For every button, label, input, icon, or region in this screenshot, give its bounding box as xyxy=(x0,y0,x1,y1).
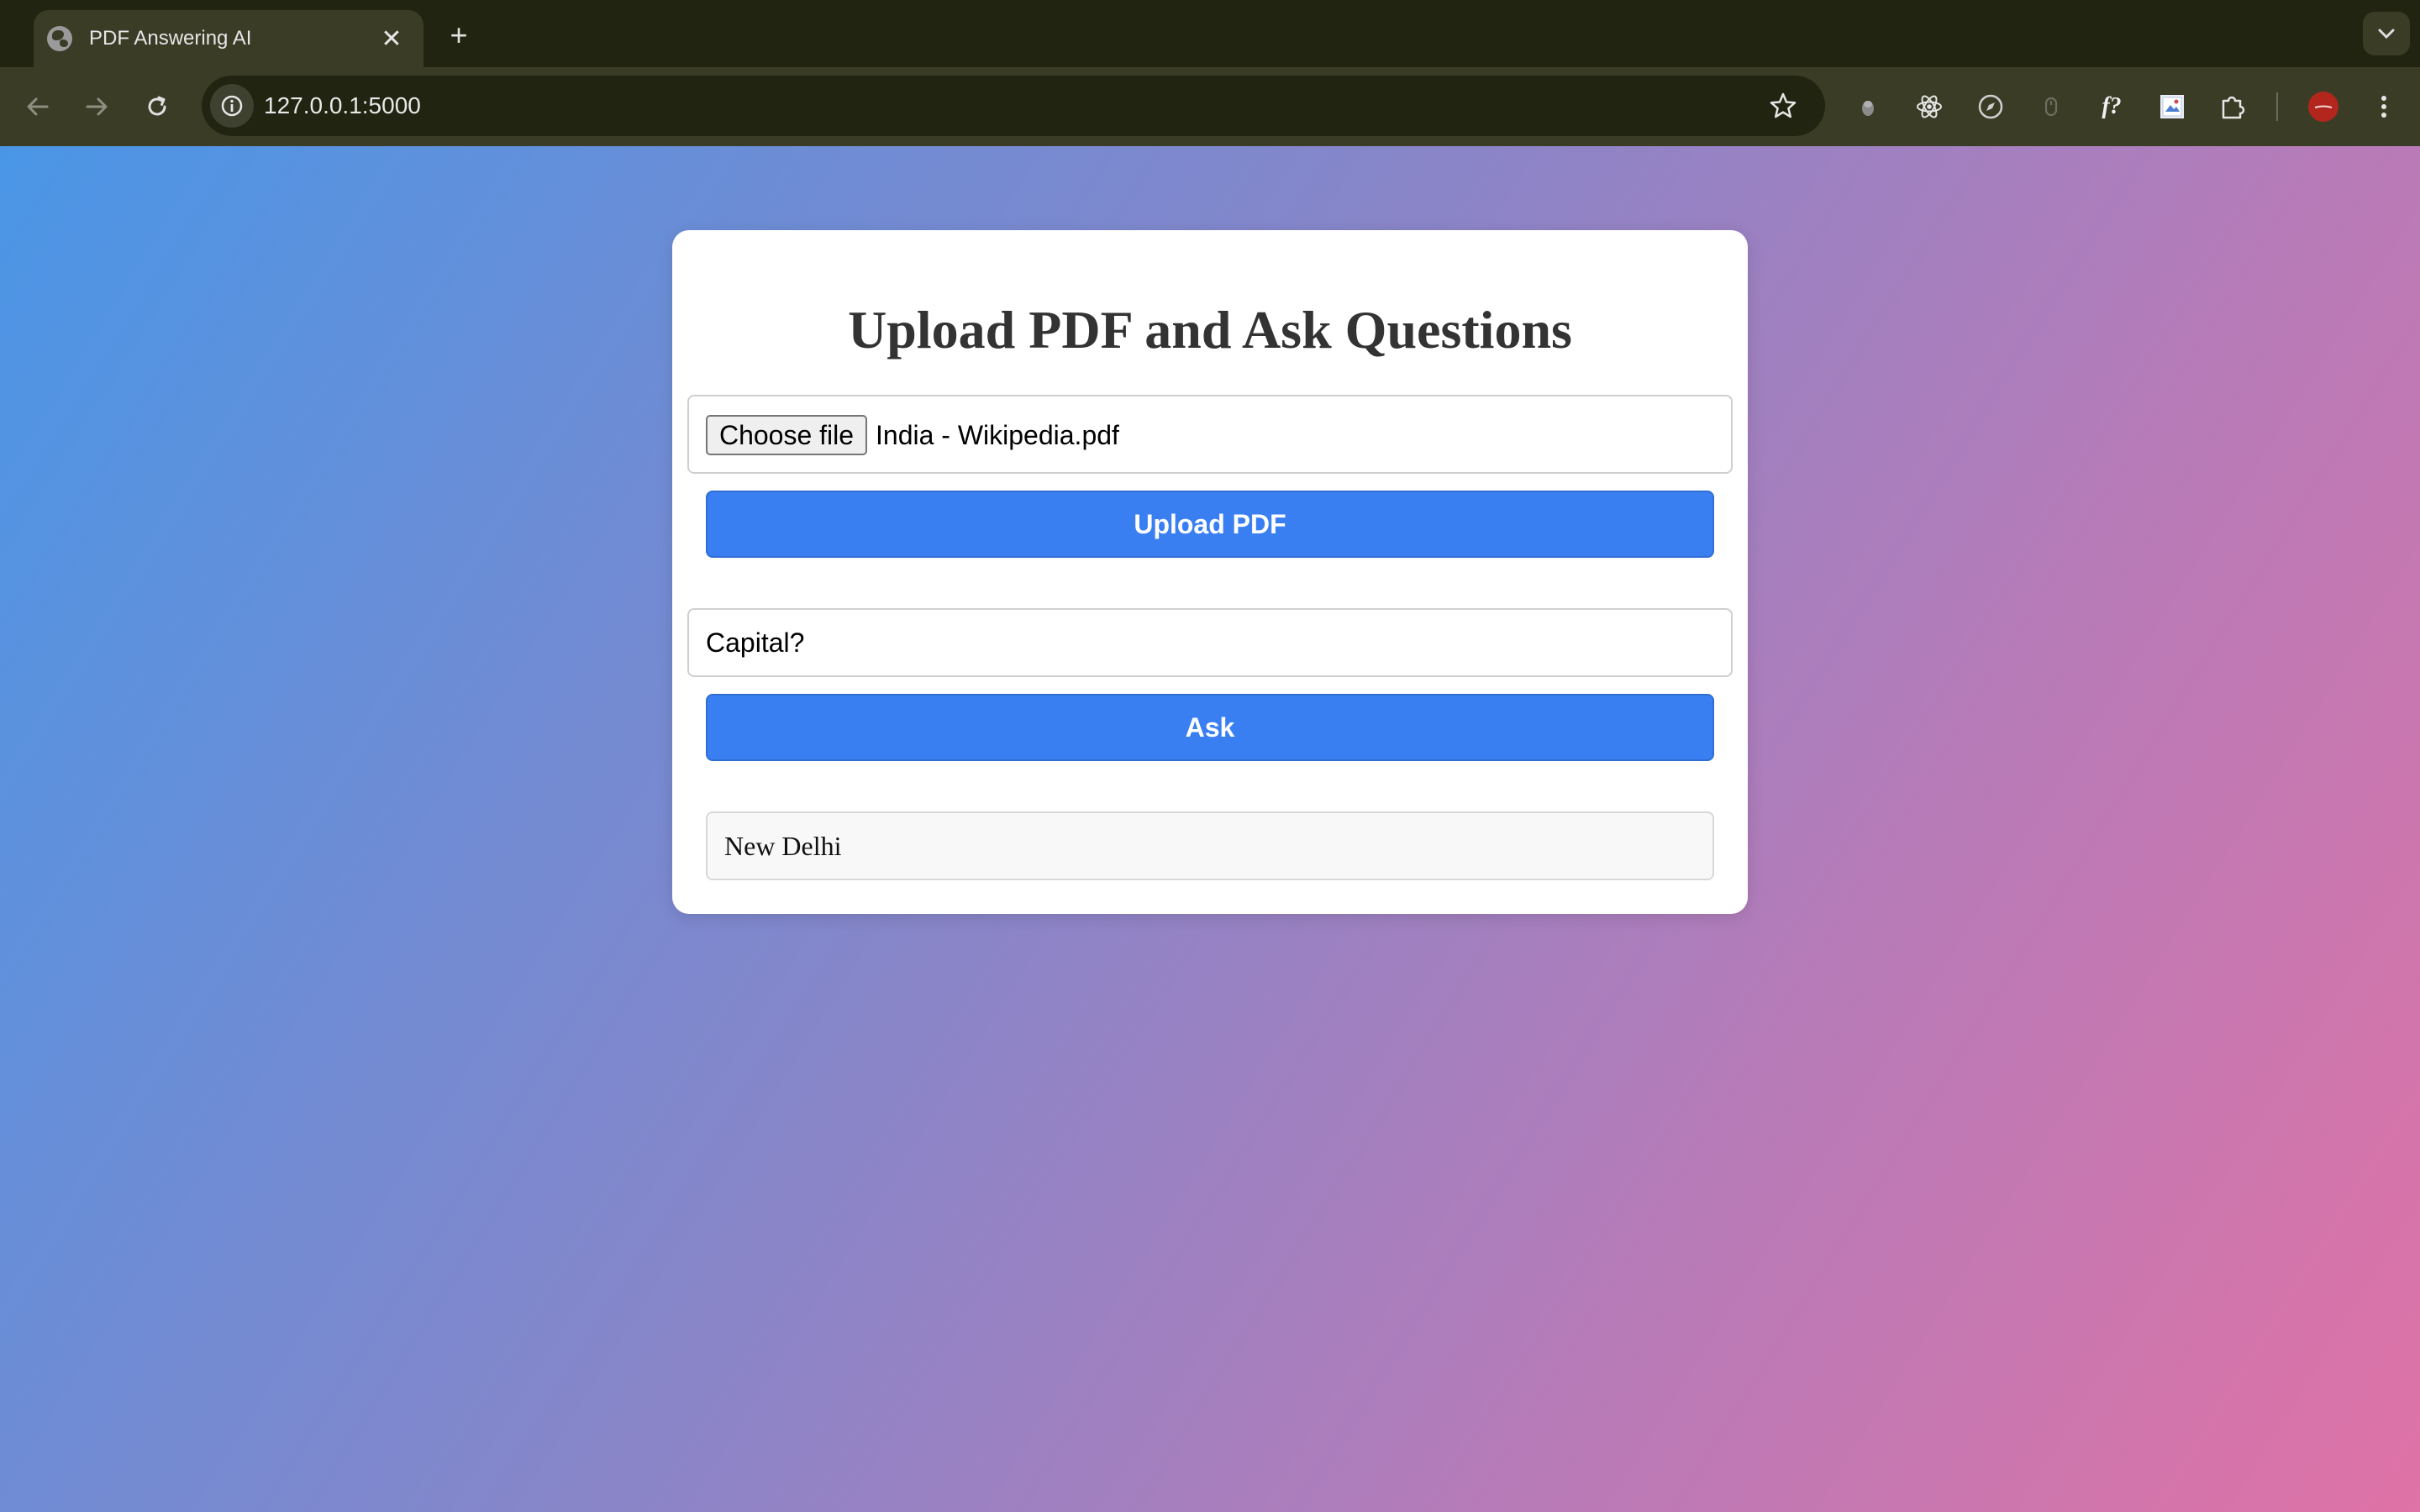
page-viewport: Upload PDF and Ask Questions Choose file… xyxy=(0,146,2420,1512)
tab-title: PDF Answering AI xyxy=(89,27,252,50)
chevron-down-icon[interactable] xyxy=(2363,12,2410,55)
question-input[interactable] xyxy=(687,608,1733,677)
back-arrow-icon[interactable] xyxy=(17,86,59,128)
react-icon[interactable] xyxy=(1910,87,1949,126)
image-extension-icon[interactable] xyxy=(2153,87,2191,126)
address-bar[interactable]: 127.0.0.1:5000 xyxy=(202,76,1825,136)
star-icon[interactable] xyxy=(1766,89,1800,123)
plus-icon[interactable]: + xyxy=(440,17,477,54)
choose-file-button[interactable]: Choose file xyxy=(706,415,867,455)
upload-pdf-button[interactable]: Upload PDF xyxy=(706,491,1714,558)
browser-toolbar: 127.0.0.1:5000 f? xyxy=(0,67,2420,146)
answer-output: New Delhi xyxy=(706,811,1714,880)
extension-icon[interactable] xyxy=(1849,87,1887,126)
globe-icon xyxy=(47,26,72,51)
compass-icon[interactable] xyxy=(1971,87,2010,126)
site-info-icon[interactable] xyxy=(210,84,254,128)
browser-tab-bar: PDF Answering AI ✕ + xyxy=(0,0,2420,67)
puzzle-icon[interactable] xyxy=(2213,87,2252,126)
page-title: Upload PDF and Ask Questions xyxy=(848,300,1572,360)
browser-tab[interactable]: PDF Answering AI ✕ xyxy=(34,10,424,67)
font-icon[interactable]: f? xyxy=(2092,87,2131,126)
toolbar-divider xyxy=(2276,92,2278,121)
close-icon[interactable]: ✕ xyxy=(376,24,407,54)
profile-avatar-icon[interactable] xyxy=(2304,87,2343,126)
file-input[interactable]: Choose file India - Wikipedia.pdf xyxy=(687,395,1733,474)
reload-icon[interactable] xyxy=(136,86,178,128)
mouse-icon[interactable] xyxy=(2032,87,2070,126)
forward-arrow-icon[interactable] xyxy=(76,86,118,128)
upload-card: Upload PDF and Ask Questions Choose file… xyxy=(672,230,1748,914)
ask-button[interactable]: Ask xyxy=(706,694,1714,761)
kebab-menu-icon[interactable] xyxy=(2365,87,2403,126)
selected-file-name: India - Wikipedia.pdf xyxy=(876,420,1119,450)
url-text[interactable]: 127.0.0.1:5000 xyxy=(264,76,421,136)
